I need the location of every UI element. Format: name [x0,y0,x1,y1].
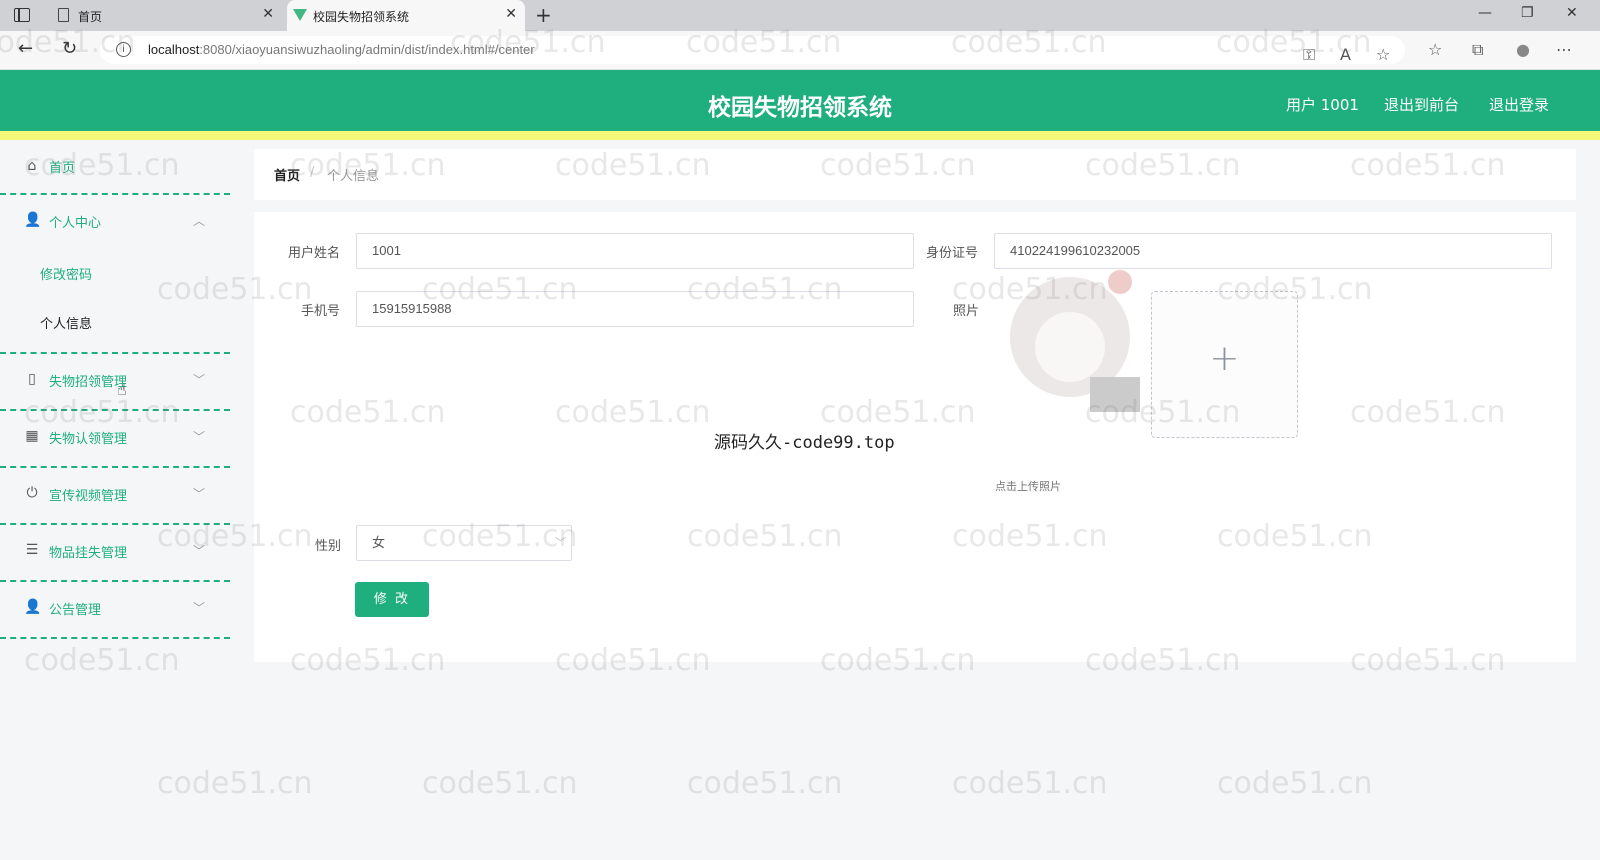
key-icon[interactable]: ⚿ [1303,45,1315,65]
chevron-down-icon: ﹀ [192,601,205,615]
upload-tip: 点击上传照片 [995,480,1061,493]
sidebar: ⌂ 首页 👤 个人中心 ︿ 修改密码 个人信息 ▯ 失物招领管理 ﹀ ▦ 失物认… [0,149,230,860]
sidebar-item-label: 宣传视频管理 [49,489,128,504]
collections-icon[interactable]: ⧉ [1472,40,1483,60]
tab-label: 首页 [78,10,103,24]
sidebar-item-label: 物品挂失管理 [49,546,128,561]
tab-actions-icon[interactable] [14,8,30,22]
user-name: 用户 1001 [1286,96,1359,114]
phone-label: 手机号 [301,304,341,319]
modify-button[interactable]: 修 改 [355,582,429,617]
breadcrumb: 首页 / 个人信息 [254,149,1576,200]
gender-select[interactable]: 女 [356,525,572,561]
chevron-down-icon: ﹀ [192,373,205,387]
watermark: code51.cn [952,766,1108,801]
user-icon: 👤 [24,212,42,228]
close-tab-icon[interactable]: ✕ [262,6,274,22]
user-icon: 👤 [24,599,42,615]
grid-icon: ▦ [25,428,39,444]
sidebar-item-report-loss[interactable]: ☰ 物品挂失管理 ﹀ [0,525,230,582]
browser-address-bar: ← ↻ i localhost:8080/xiaoyuansiwuzhaolin… [0,31,1600,70]
chevron-down-icon: ﹀ [555,536,566,549]
list-icon: ☰ [25,542,39,558]
plus-icon: + [1209,338,1240,379]
breadcrumb-separator: / [310,165,315,180]
tab-label: 校园失物招领系统 [313,10,410,24]
profile-form-card [254,212,1576,662]
vue-logo-icon [293,9,307,21]
submenu-personal-info[interactable]: 个人信息 [40,313,92,332]
app-header: 校园失物招领系统 用户 1001 退出到前台 退出登录 [0,70,1600,140]
browser-tab-home[interactable]: 首页 ✕ [52,0,282,31]
photo-uploader[interactable]: + [1151,291,1298,438]
breadcrumb-current: 个人信息 [327,169,380,184]
window-close-icon[interactable]: ✕ [1566,5,1578,21]
url-text: localhost:8080/xiaoyuansiwuzhaoling/admi… [148,42,535,57]
gender-label: 性别 [315,539,342,554]
photo-label: 照片 [953,304,980,319]
overlay-text: 源码久久-code99.top [714,433,895,453]
sidebar-item-label: 首页 [49,161,76,176]
info-icon[interactable]: i [116,42,131,57]
url-field[interactable]: i localhost:8080/xiaoyuansiwuzhaoling/ad… [100,36,1405,64]
refresh-icon[interactable]: ↻ [62,38,77,59]
username-input[interactable]: 1001 [356,233,914,269]
page-icon [58,8,69,22]
app-title: 校园失物招领系统 [708,95,892,121]
breadcrumb-home[interactable]: 首页 [274,165,300,184]
sidebar-item-label: 公告管理 [49,603,102,618]
mobile-icon: ▯ [28,371,36,387]
idcard-label: 身份证号 [926,246,979,261]
watermark: code51.cn [1217,766,1373,801]
sidebar-item-label: 失物认领管理 [49,432,128,447]
browser-tab-active[interactable]: 校园失物招领系统 ✕ [287,0,525,31]
minimize-icon[interactable]: — [1478,5,1492,21]
mouse-cursor-icon: ☝ [117,380,127,399]
sidebar-item-video[interactable]: ⏻ 宣传视频管理 ﹀ [0,468,230,525]
favorites-icon[interactable]: ☆ [1428,40,1442,59]
profile-icon[interactable]: ● [1516,40,1530,59]
add-favorite-icon[interactable]: ☆ [1376,45,1390,64]
logout-link[interactable]: 退出登录 [1489,94,1549,115]
exit-to-front-link[interactable]: 退出到前台 [1384,94,1459,115]
home-icon: ⌂ [27,158,37,174]
sidebar-item-personal-center[interactable]: 👤 个人中心 ︿ 修改密码 个人信息 [0,195,230,354]
watermark: code51.cn [422,766,578,801]
sidebar-item-notice[interactable]: 👤 公告管理 ﹀ [0,582,230,639]
restore-icon[interactable]: ❐ [1521,5,1534,21]
username-label: 用户姓名 [288,246,341,261]
phone-input[interactable]: 15915915988 [356,291,914,327]
browser-tab-bar: 首页 ✕ 校园失物招领系统 ✕ + — ❐ ✕ [0,0,1600,31]
chevron-down-icon: ﹀ [192,430,205,444]
read-aloud-icon[interactable]: A [1340,45,1351,64]
back-icon[interactable]: ← [18,38,33,59]
power-icon: ⏻ [26,485,38,501]
sidebar-item-label: 失物招领管理 [49,375,128,390]
chevron-down-icon: ﹀ [192,487,205,501]
avatar-image [1010,270,1140,412]
chevron-down-icon: ﹀ [192,544,205,558]
submenu-change-password[interactable]: 修改密码 [40,264,92,283]
sidebar-item-home[interactable]: ⌂ 首页 [0,149,230,195]
sidebar-item-claim[interactable]: ▦ 失物认领管理 ﹀ [0,411,230,468]
idcard-input[interactable]: 410224199610232005 [994,233,1552,269]
more-icon[interactable]: ⋯ [1556,40,1572,59]
chevron-up-icon: ︿ [192,214,205,228]
close-tab-icon[interactable]: ✕ [505,6,517,22]
new-tab-icon[interactable]: + [535,3,552,27]
sidebar-item-label: 个人中心 [49,216,102,231]
watermark: code51.cn [687,766,843,801]
sidebar-item-lost-found[interactable]: ▯ 失物招领管理 ﹀ [0,354,230,411]
